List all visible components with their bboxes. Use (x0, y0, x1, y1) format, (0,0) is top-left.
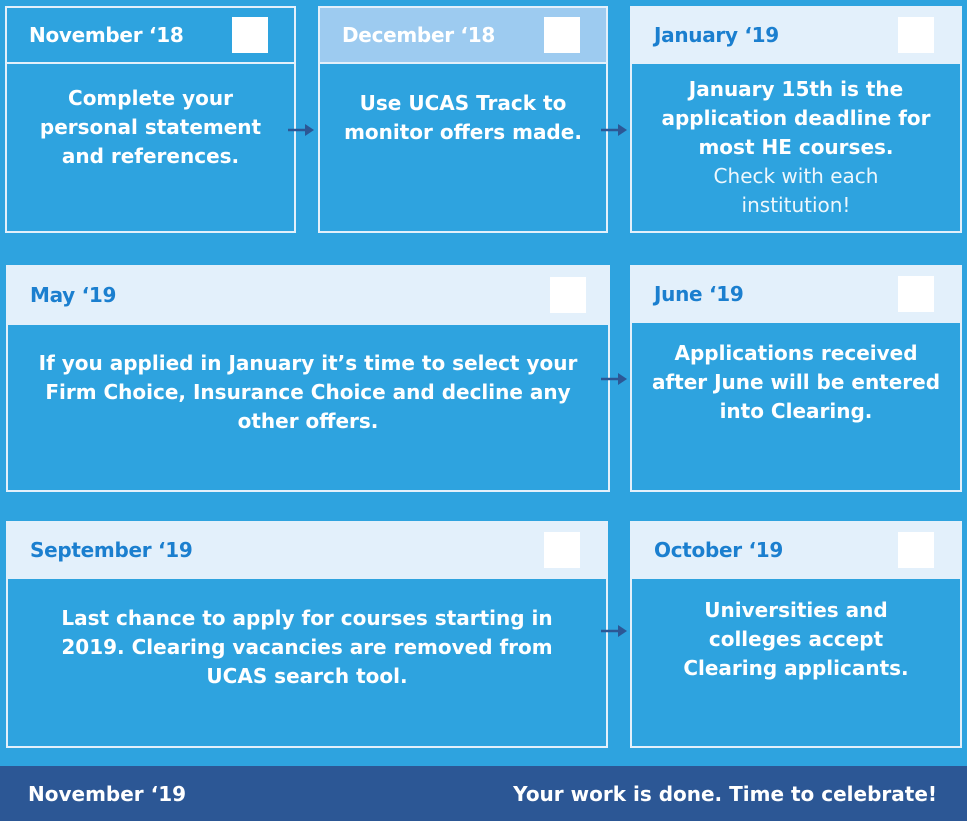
card-body: Last chance to apply for courses startin… (8, 579, 606, 746)
card-body: Use UCAS Track to monitor offers made. (320, 64, 606, 231)
card-header: January ‘19 (632, 8, 960, 64)
step-text: January 15th is the application deadline… (661, 77, 931, 159)
checkbox[interactable] (232, 17, 268, 53)
card-november-18: November ‘18 Complete your personal stat… (5, 6, 296, 233)
card-body: Applications received after June will be… (632, 323, 960, 490)
card-header: December ‘18 (320, 8, 606, 64)
card-header: October ‘19 (632, 523, 960, 579)
checkbox[interactable] (898, 276, 934, 312)
card-header: November ‘18 (7, 8, 294, 64)
step-text: If you applied in January it’s time to s… (38, 351, 578, 433)
card-header: June ‘19 (632, 267, 960, 323)
month-label: October ‘19 (654, 538, 783, 562)
month-label: January ‘19 (654, 23, 779, 47)
card-body: January 15th is the application deadline… (632, 64, 960, 231)
card-september-19: September ‘19 Last chance to apply for c… (6, 521, 608, 748)
step-text: Universities and colleges accept Clearin… (683, 598, 909, 680)
card-body: Universities and colleges accept Clearin… (632, 579, 960, 746)
checkbox[interactable] (898, 17, 934, 53)
checkbox[interactable] (544, 17, 580, 53)
card-october-19: October ‘19 Universities and colleges ac… (630, 521, 962, 748)
step-text: Complete your personal statement and ref… (39, 86, 262, 168)
footer-month: November ‘19 (28, 781, 187, 806)
month-label: May ‘19 (30, 283, 117, 307)
arrow-right-icon (601, 625, 627, 637)
footer-message: Your work is done. Time to celebrate! (513, 781, 937, 806)
month-label: September ‘19 (30, 538, 193, 562)
step-text: Use UCAS Track to monitor offers made. (344, 90, 582, 144)
card-january-19: January ‘19 January 15th is the applicat… (630, 6, 962, 233)
arrow-right-icon (288, 124, 314, 136)
card-body: Complete your personal statement and ref… (7, 64, 294, 231)
step-text: Last chance to apply for courses startin… (61, 606, 553, 688)
card-may-19: May ‘19 If you applied in January it’s t… (6, 265, 610, 492)
step-text: Applications received after June will be… (651, 341, 941, 423)
card-header: May ‘19 (8, 267, 608, 325)
month-label: November ‘18 (29, 23, 184, 47)
card-december-18: December ‘18 Use UCAS Track to monitor o… (318, 6, 608, 233)
checkbox[interactable] (898, 532, 934, 568)
month-label: December ‘18 (342, 23, 495, 47)
card-header: September ‘19 (8, 523, 606, 579)
arrow-right-icon (601, 373, 627, 385)
footer-banner: November ‘19 Your work is done. Time to … (0, 766, 967, 821)
checkbox[interactable] (544, 532, 580, 568)
arrow-right-icon (601, 124, 627, 136)
card-june-19: June ‘19 Applications received after Jun… (630, 265, 962, 492)
card-body: If you applied in January it’s time to s… (8, 325, 608, 490)
step-subtext: Check with each institution! (713, 164, 879, 217)
month-label: June ‘19 (654, 282, 744, 306)
checkbox[interactable] (550, 277, 586, 313)
